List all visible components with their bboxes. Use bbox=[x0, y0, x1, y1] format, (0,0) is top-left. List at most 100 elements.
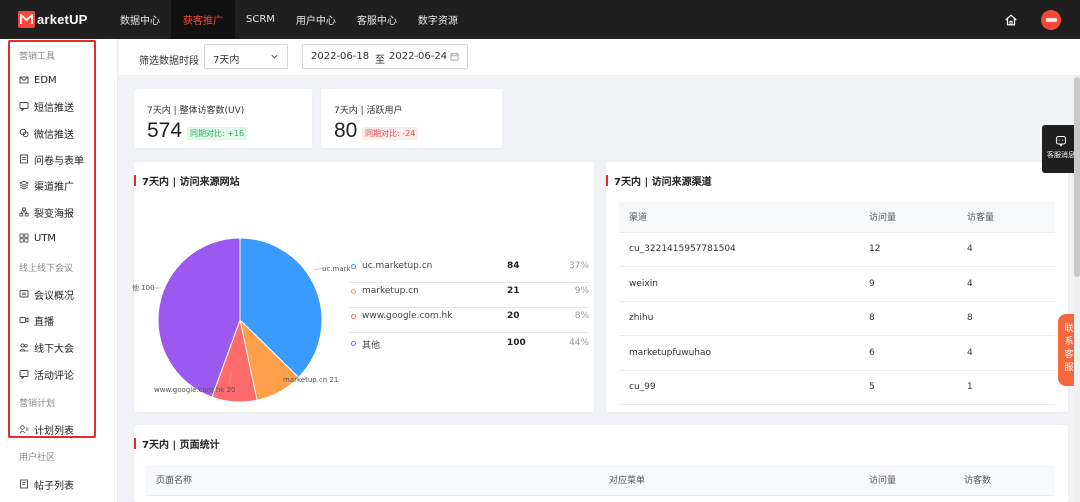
legend-row[interactable]: uc.marketup.cn 84 37% bbox=[349, 258, 589, 283]
network-icon bbox=[19, 207, 29, 217]
table-row: cu_99 5 1 bbox=[619, 370, 1055, 405]
legend-row[interactable]: www.google.com.hk 20 8% bbox=[349, 308, 589, 333]
sidebar-item-1-1[interactable]: 直播 bbox=[19, 313, 54, 328]
page-stats-card: 7天内 | 页面统计 页面名称 对应菜单 访问量 访客数 bbox=[134, 425, 1068, 502]
sidebar-item-0-4[interactable]: 渠道推广 bbox=[19, 178, 74, 193]
start-date[interactable]: 2022-06-18 bbox=[311, 51, 369, 62]
pie-label-uc: uc.mark bbox=[322, 265, 351, 273]
sidebar-group-label: 用户社区 bbox=[19, 453, 56, 463]
legend-dot bbox=[351, 264, 356, 269]
period-select[interactable]: 7天内 bbox=[204, 44, 288, 69]
pie-label-marketup: marketup.cn 21 bbox=[283, 376, 339, 384]
legend-value: 20 bbox=[507, 311, 520, 321]
column-header: 渠道 bbox=[619, 202, 859, 233]
sidebar-item-label: 问卷与表单 bbox=[34, 155, 84, 167]
page-stats-table: 页面名称 对应菜单 访问量 访客数 bbox=[146, 465, 1054, 496]
table-cell: 1 bbox=[957, 370, 1055, 405]
user-avatar[interactable] bbox=[1041, 9, 1061, 30]
kpi-value: 80 bbox=[334, 119, 358, 142]
logo-mark-icon bbox=[18, 11, 35, 28]
brand-name: arketUP bbox=[37, 12, 88, 27]
sidebar-item-0-2[interactable]: 微信推送 bbox=[19, 126, 74, 141]
topnav-tab-2[interactable]: SCRM bbox=[236, 0, 285, 39]
legend-name: 其他 bbox=[362, 341, 381, 351]
column-header: 访问量 bbox=[859, 465, 954, 496]
column-header: 访客数 bbox=[954, 465, 1054, 496]
table-cell: cu_99 bbox=[619, 370, 859, 405]
sidebar-item-label: EDM bbox=[34, 74, 57, 86]
sidebar-group-label: 线上线下会议 bbox=[19, 264, 74, 274]
sidebar-item-0-3[interactable]: 问卷与表单 bbox=[19, 152, 84, 167]
topnav-tab-3[interactable]: 用户中心 bbox=[286, 0, 346, 39]
card-title: 7天内 | 页面统计 bbox=[134, 436, 220, 451]
legend-name: www.google.com.hk bbox=[362, 311, 453, 321]
sidebar-item-label: 微信推送 bbox=[34, 129, 74, 141]
legend-percent: 8% bbox=[574, 311, 589, 321]
sidebar-group-label: 营销工具 bbox=[19, 52, 56, 62]
table-cell: 6 bbox=[859, 335, 957, 371]
brand-logo[interactable]: arketUP bbox=[18, 11, 110, 28]
message-icon bbox=[19, 101, 29, 111]
grid-icon bbox=[19, 233, 29, 243]
sidebar-item-2-0[interactable]: 计划列表 bbox=[19, 422, 74, 437]
legend-percent: 44% bbox=[568, 338, 589, 348]
comment-icon bbox=[19, 369, 29, 379]
sidebar-item-0-6[interactable]: UTM bbox=[19, 231, 56, 245]
legend-row[interactable]: 其他 100 44% bbox=[349, 335, 589, 360]
table-cell: 5 bbox=[859, 370, 957, 405]
sidebar-item-label: 帖子列表 bbox=[34, 480, 74, 492]
sidebar-item-label: 计划列表 bbox=[34, 425, 74, 437]
end-date[interactable]: 2022-06-24 bbox=[389, 51, 447, 62]
legend-name: uc.marketup.cn bbox=[362, 261, 433, 271]
legend-dot bbox=[351, 341, 356, 346]
layers-icon bbox=[19, 180, 29, 190]
main-scrollbar[interactable] bbox=[1074, 77, 1080, 502]
sidebar-item-label: 裂变海报 bbox=[34, 208, 74, 220]
kpi-label: 7天内 | 活跃用户 bbox=[334, 106, 403, 116]
table-cell: zhihu bbox=[619, 301, 859, 336]
sidebar-item-label: 渠道推广 bbox=[34, 181, 74, 193]
table-row: weixin 9 4 bbox=[619, 266, 1055, 302]
sidebar-group-label: 营销计划 bbox=[19, 399, 56, 409]
table-cell: 8 bbox=[859, 301, 957, 336]
table-cell: cu_3221415957781504 bbox=[619, 232, 859, 267]
sidebar-item-1-2[interactable]: 线下大会 bbox=[19, 340, 74, 355]
card-title: 7天内 | 访问来源网站 bbox=[134, 173, 240, 188]
topnav-tab-4[interactable]: 客服中心 bbox=[347, 0, 407, 39]
pie-label-google: www.google.com.hk 20 bbox=[154, 386, 236, 394]
source-channels-card: 7天内 | 访问来源渠道 渠道 访问量 访客量 cu_322141595778150… bbox=[606, 162, 1068, 412]
column-header: 页面名称 bbox=[146, 465, 599, 496]
legend-percent: 37% bbox=[568, 261, 589, 271]
home-icon[interactable] bbox=[1003, 12, 1019, 28]
topnav-tab-0[interactable]: 数据中心 bbox=[110, 0, 170, 39]
people-icon bbox=[19, 342, 29, 352]
filter-label: 筛选数据时段 bbox=[139, 56, 199, 67]
card-title: 7天内 | 访问来源渠道 bbox=[606, 173, 712, 188]
source-sites-card: 7天内 | 访问来源网站 uc.mark 他 100 www.google.co… bbox=[132, 162, 594, 412]
sidebar-item-1-0[interactable]: 会议概况 bbox=[19, 287, 74, 302]
table-cell: weixin bbox=[619, 266, 859, 302]
mail-icon bbox=[19, 75, 29, 85]
sidebar-item-1-3[interactable]: 活动评论 bbox=[19, 367, 74, 382]
sidebar-item-3-0[interactable]: 帖子列表 bbox=[19, 477, 74, 492]
sidebar-item-label: 活动评论 bbox=[34, 370, 74, 382]
filter-bar: 筛选数据时段 7天内 2022-06-18 至 2022-06-24 bbox=[119, 39, 1080, 76]
period-select-value: 7天内 bbox=[213, 55, 240, 66]
sidebar-item-label: 直播 bbox=[34, 316, 54, 328]
sidebar-item-0-5[interactable]: 裂变海报 bbox=[19, 205, 74, 220]
topnav-tab-5[interactable]: 数字资源 bbox=[408, 0, 468, 39]
table-cell: marketupfuwuhao bbox=[619, 335, 859, 371]
table-cell: 4 bbox=[957, 266, 1055, 302]
top-nav-tabs: 数据中心 获客推广 SCRM 用户中心 客服中心 数字资源 bbox=[110, 0, 469, 39]
sidebar-item-label: 线下大会 bbox=[34, 343, 74, 355]
sidebar-item-0-1[interactable]: 短信推送 bbox=[19, 99, 74, 114]
legend-percent: 9% bbox=[574, 286, 589, 296]
plan-icon bbox=[19, 424, 29, 434]
legend-row[interactable]: marketup.cn 21 9% bbox=[349, 283, 589, 308]
table-row: cu_3221415957781504 12 4 bbox=[619, 232, 1055, 267]
topnav-tab-1[interactable]: 获客推广 bbox=[171, 0, 235, 39]
sidebar-item-0-0[interactable]: EDM bbox=[19, 73, 57, 87]
source-channels-table: 渠道 访问量 访客量 cu_3221415957781504 12 4 weixin 9 4 z… bbox=[619, 202, 1055, 405]
date-range-picker[interactable]: 2022-06-18 至 2022-06-24 bbox=[302, 44, 468, 69]
scrollbar-thumb[interactable] bbox=[1074, 77, 1080, 277]
